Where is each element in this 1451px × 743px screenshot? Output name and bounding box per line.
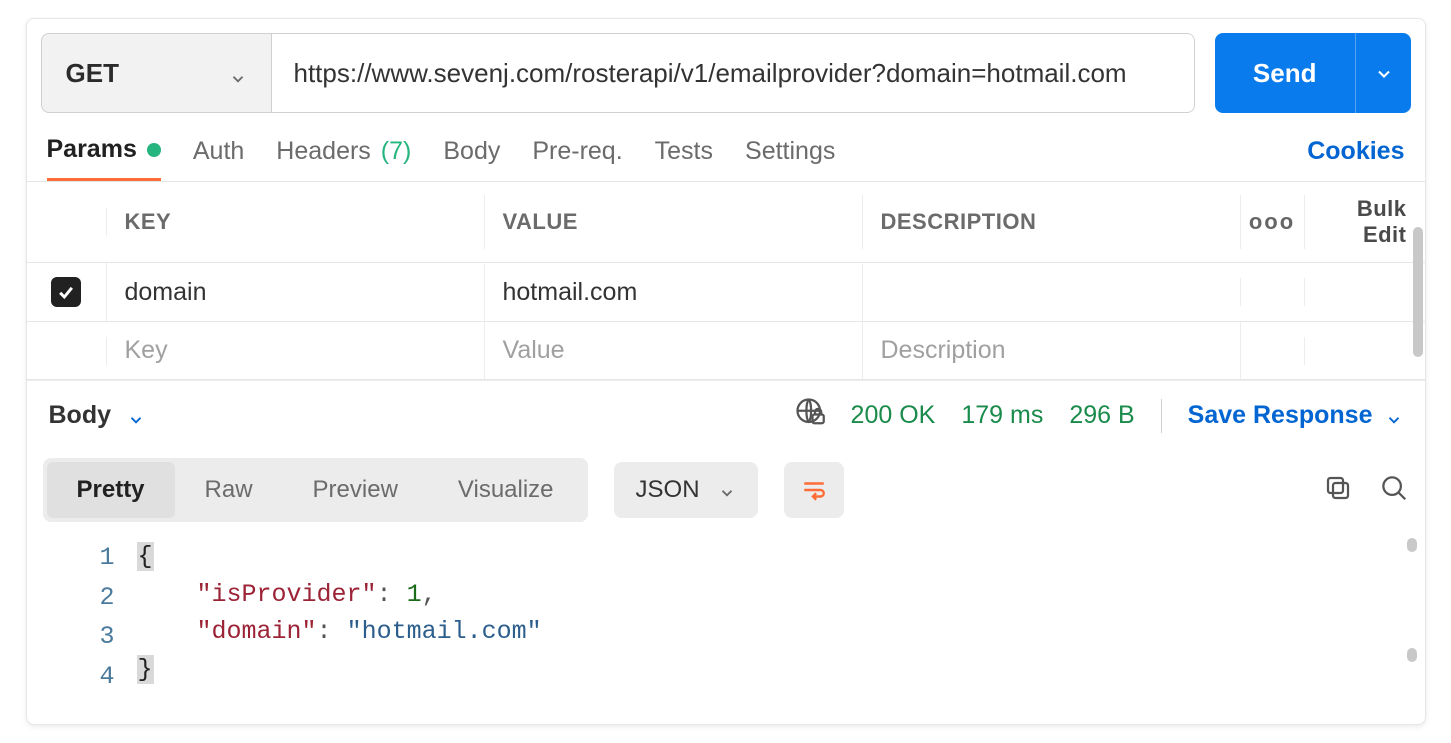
- tab-headers[interactable]: Headers (7): [276, 137, 411, 180]
- response-time: 179 ms: [961, 401, 1043, 430]
- response-header: Body 200 OK 179 ms 296 B Save Response: [27, 380, 1425, 450]
- request-row: GET https://www.sevenj.com/rosterapi/v1/…: [27, 19, 1425, 113]
- tab-tests[interactable]: Tests: [655, 137, 713, 180]
- response-json-view: 1 2 3 4 { "isProvider": 1, "domain": "ho…: [27, 538, 1425, 724]
- chevron-down-icon: [229, 64, 247, 82]
- view-tab-pretty[interactable]: Pretty: [47, 462, 175, 518]
- more-icon: ooo: [1249, 209, 1295, 235]
- cookies-link[interactable]: Cookies: [1307, 137, 1404, 180]
- status-code: 200 OK: [851, 401, 936, 430]
- response-body-toggle[interactable]: Body: [49, 401, 146, 430]
- param-enabled-checkbox[interactable]: [51, 277, 81, 307]
- json-code[interactable]: { "isProvider": 1, "domain": "hotmail.co…: [137, 538, 1425, 696]
- col-desc: DESCRIPTION: [863, 195, 1241, 249]
- param-row-new: Key Value Description: [27, 322, 1425, 380]
- word-wrap-button[interactable]: [784, 462, 844, 518]
- url-input[interactable]: https://www.sevenj.com/rosterapi/v1/emai…: [272, 34, 1194, 112]
- request-tabs: Params Auth Headers (7) Body Pre-req. Te…: [27, 113, 1425, 181]
- active-dot-icon: [147, 143, 161, 157]
- language-select[interactable]: JSON: [614, 462, 758, 518]
- view-tab-raw[interactable]: Raw: [175, 462, 283, 518]
- bulk-edit-button[interactable]: Bulk Edit: [1305, 182, 1425, 262]
- chevron-down-icon: [1385, 407, 1403, 425]
- chevron-down-icon: [127, 407, 145, 425]
- minimap-thumb[interactable]: [1407, 648, 1417, 662]
- divider: [1161, 399, 1162, 433]
- params-table: KEY VALUE DESCRIPTION ooo Bulk Edit doma…: [27, 181, 1425, 380]
- tab-body[interactable]: Body: [443, 137, 500, 180]
- send-more-button[interactable]: [1355, 33, 1411, 113]
- param-key-placeholder[interactable]: Key: [107, 322, 485, 379]
- col-key: KEY: [107, 195, 485, 249]
- line-gutter: 1 2 3 4: [27, 538, 137, 696]
- param-value-placeholder[interactable]: Value: [485, 322, 863, 379]
- view-tab-preview[interactable]: Preview: [283, 462, 428, 518]
- param-row: domain hotmail.com: [27, 263, 1425, 322]
- http-method-label: GET: [66, 58, 119, 89]
- response-size: 296 B: [1069, 401, 1134, 430]
- col-value: VALUE: [485, 195, 863, 249]
- tab-settings[interactable]: Settings: [745, 137, 835, 180]
- tab-params[interactable]: Params: [47, 135, 161, 181]
- scrollbar-thumb[interactable]: [1413, 227, 1423, 357]
- chevron-down-icon: [1374, 64, 1392, 82]
- params-header-row: KEY VALUE DESCRIPTION ooo Bulk Edit: [27, 182, 1425, 263]
- url-text: https://www.sevenj.com/rosterapi/v1/emai…: [294, 58, 1127, 89]
- http-method-select[interactable]: GET: [42, 34, 272, 112]
- save-response-button[interactable]: Save Response: [1188, 401, 1403, 430]
- chevron-down-icon: [718, 481, 736, 499]
- view-tab-visualize[interactable]: Visualize: [428, 462, 584, 518]
- param-desc-cell[interactable]: [863, 278, 1241, 306]
- minimap-thumb[interactable]: [1407, 538, 1417, 552]
- tab-prereq[interactable]: Pre-req.: [532, 137, 622, 180]
- copy-icon[interactable]: [1323, 473, 1353, 508]
- send-button[interactable]: Send: [1215, 33, 1355, 113]
- search-icon[interactable]: [1379, 473, 1409, 508]
- param-desc-placeholder[interactable]: Description: [863, 322, 1241, 379]
- method-url-group: GET https://www.sevenj.com/rosterapi/v1/…: [41, 33, 1195, 113]
- view-mode-tabs: Pretty Raw Preview Visualize: [43, 458, 588, 522]
- send-button-group: Send: [1215, 33, 1411, 113]
- param-key-cell[interactable]: domain: [107, 264, 485, 321]
- tab-auth[interactable]: Auth: [193, 137, 244, 180]
- response-format-row: Pretty Raw Preview Visualize JSON: [27, 450, 1425, 538]
- param-value-cell[interactable]: hotmail.com: [485, 264, 863, 321]
- columns-more-button[interactable]: ooo: [1241, 195, 1305, 249]
- network-icon[interactable]: [795, 397, 825, 434]
